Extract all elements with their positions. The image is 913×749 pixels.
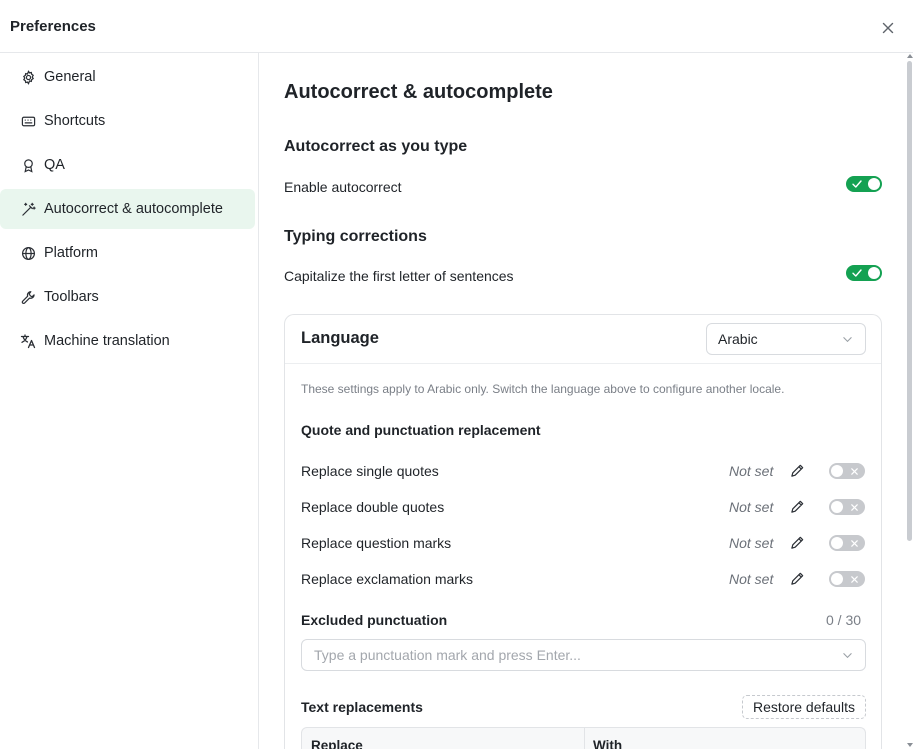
quote-heading: Quote and punctuation replacement: [301, 422, 541, 438]
dialog-title: Preferences: [10, 18, 96, 35]
column-header-replace: Replace: [311, 738, 363, 749]
toggle-knob: [831, 501, 843, 513]
globe-icon: [20, 245, 36, 261]
divider: [285, 363, 881, 364]
chevron-down-icon: [841, 333, 853, 345]
award-icon: [20, 157, 36, 173]
sidebar: General Shortcuts QA Autocorrect & autoc…: [0, 53, 259, 749]
keyboard-icon: [20, 113, 36, 129]
x-icon: [847, 536, 861, 550]
edit-icon[interactable]: [789, 498, 805, 514]
excluded-count: 0 / 30: [826, 612, 862, 628]
section-heading-typing: Typing corrections: [284, 228, 427, 245]
toggle-knob: [831, 573, 843, 585]
translate-icon: [20, 333, 36, 349]
excluded-heading: Excluded punctuation: [301, 612, 448, 628]
language-card: Language Arabic These settings apply to …: [284, 314, 882, 749]
replace-single-quotes-label: Replace single quotes: [301, 463, 439, 479]
language-select[interactable]: Arabic: [706, 323, 866, 355]
sidebar-item-machine-translation[interactable]: Machine translation: [0, 321, 255, 361]
replace-question-marks-toggle[interactable]: [829, 535, 865, 551]
replace-single-quotes-value: Not set: [729, 463, 774, 479]
replace-exclamation-marks-toggle[interactable]: [829, 571, 865, 587]
scroll-down-icon[interactable]: [907, 743, 913, 747]
magic-wand-icon: [20, 201, 36, 217]
replace-single-quotes-toggle[interactable]: [829, 463, 865, 479]
sidebar-item-label: Shortcuts: [44, 113, 106, 129]
check-icon: [850, 266, 864, 280]
column-divider: [584, 728, 585, 749]
column-header-with: With: [593, 738, 623, 749]
sidebar-item-qa[interactable]: QA: [0, 145, 255, 185]
chevron-down-icon: [841, 649, 853, 661]
replace-double-quotes-value: Not set: [729, 499, 774, 515]
capitalize-label: Capitalize the first letter of sentences: [284, 268, 514, 284]
section-heading-autocorrect: Autocorrect as you type: [284, 138, 468, 155]
x-icon: [847, 464, 861, 478]
sidebar-item-label: Autocorrect & autocomplete: [44, 201, 223, 217]
toggle-knob: [868, 178, 880, 190]
scrollbar-thumb[interactable]: [907, 61, 912, 541]
language-note: These settings apply to Arabic only. Swi…: [301, 382, 785, 396]
x-icon: [847, 572, 861, 586]
enable-autocorrect-toggle[interactable]: [846, 176, 882, 192]
check-icon: [850, 177, 864, 191]
replace-question-marks-label: Replace question marks: [301, 535, 452, 551]
edit-icon[interactable]: [789, 534, 805, 550]
sidebar-item-label: Toolbars: [44, 289, 99, 305]
sidebar-item-label: Machine translation: [44, 333, 170, 349]
toggle-knob: [868, 267, 880, 279]
sidebar-item-general[interactable]: General: [0, 57, 255, 97]
replace-exclamation-marks-value: Not set: [729, 571, 774, 587]
text-replacements-table: Replace With: [301, 727, 866, 749]
sidebar-item-shortcuts[interactable]: Shortcuts: [0, 101, 255, 141]
language-select-value: Arabic: [718, 331, 758, 347]
excluded-punctuation-input[interactable]: Type a punctuation mark and press Enter.…: [301, 639, 866, 671]
main-scrollbar[interactable]: [905, 53, 913, 749]
close-icon[interactable]: [879, 19, 896, 36]
replace-double-quotes-toggle[interactable]: [829, 499, 865, 515]
toggle-knob: [831, 465, 843, 477]
enable-autocorrect-label: Enable autocorrect: [284, 179, 402, 195]
text-replacements-heading: Text replacements: [301, 699, 423, 715]
replace-exclamation-marks-label: Replace exclamation marks: [301, 571, 473, 587]
sidebar-item-label: QA: [44, 157, 65, 173]
sidebar-item-label: Platform: [44, 245, 98, 261]
wrench-icon: [20, 289, 36, 305]
gear-icon: [20, 69, 36, 85]
page-title: Autocorrect & autocomplete: [284, 81, 553, 103]
dialog-header: Preferences: [0, 0, 913, 53]
sidebar-item-autocorrect[interactable]: Autocorrect & autocomplete: [0, 189, 255, 229]
sidebar-item-platform[interactable]: Platform: [0, 233, 255, 273]
restore-defaults-button[interactable]: Restore defaults: [742, 695, 866, 719]
main-panel: Autocorrect & autocomplete Autocorrect a…: [259, 53, 905, 749]
sidebar-item-toolbars[interactable]: Toolbars: [0, 277, 255, 317]
sidebar-item-label: General: [44, 69, 96, 85]
edit-icon[interactable]: [789, 462, 805, 478]
replace-question-marks-value: Not set: [729, 535, 774, 551]
scroll-up-icon[interactable]: [907, 54, 913, 58]
edit-icon[interactable]: [789, 570, 805, 586]
capitalize-toggle[interactable]: [846, 265, 882, 281]
language-heading: Language: [301, 329, 379, 347]
x-icon: [847, 500, 861, 514]
replace-double-quotes-label: Replace double quotes: [301, 499, 445, 515]
excluded-punctuation-placeholder: Type a punctuation mark and press Enter.…: [314, 647, 581, 663]
toggle-knob: [831, 537, 843, 549]
